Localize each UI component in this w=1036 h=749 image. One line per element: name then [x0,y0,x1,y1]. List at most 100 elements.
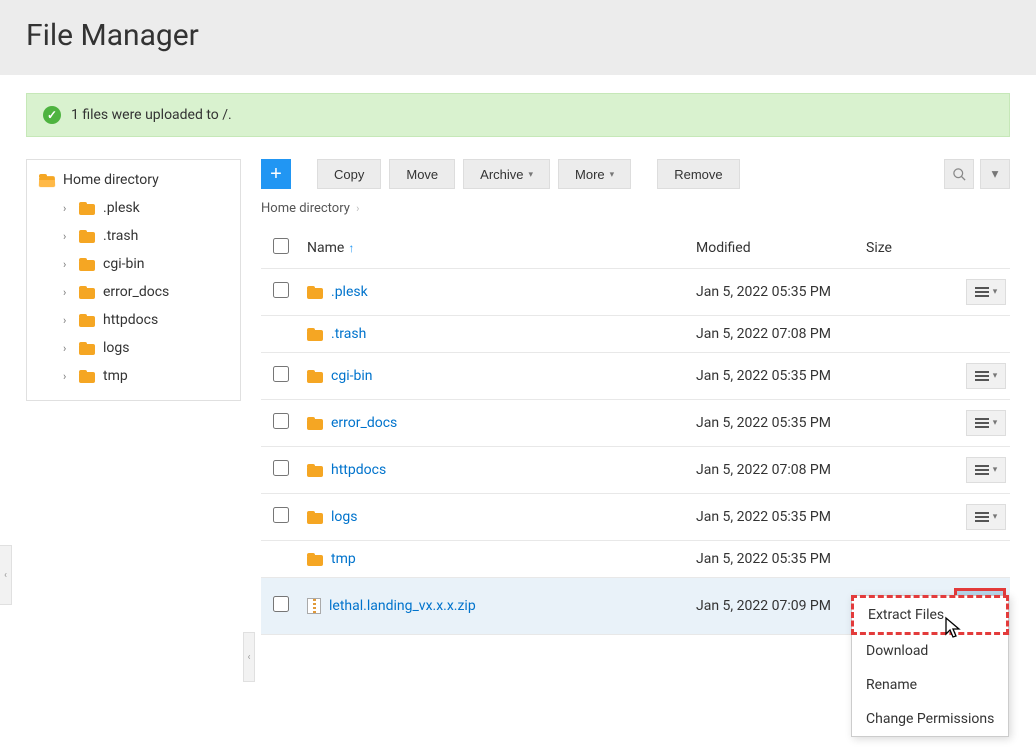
folder-icon [307,464,323,477]
table-row: .trashJan 5, 2022 07:08 PM [261,316,1010,353]
chevron-right-icon: › [63,258,73,271]
sidebar-item-httpdocs[interactable]: › httpdocs [27,306,240,334]
sidebar-item-trash[interactable]: ›.trash [27,222,240,250]
row-name-link[interactable]: lethal.landing_vx.x.x.zip [307,598,696,614]
move-button[interactable]: Move [389,159,455,189]
sidebar-item-logs[interactable]: › logs [27,334,240,362]
search-button[interactable] [944,159,974,189]
context-menu-item-extract-files[interactable]: Extract Files [851,595,1009,635]
panel-collapse-handle[interactable]: ‹ [243,632,255,682]
column-size[interactable]: Size [866,240,946,256]
hamburger-icon [975,510,989,524]
sidebar-item-tmp[interactable]: › tmp [27,362,240,390]
folder-icon [79,286,95,299]
row-name-label: .trash [331,326,366,342]
row-checkbox[interactable] [273,507,289,523]
settings-dropdown-button[interactable]: ▾ [980,159,1010,189]
table-row: logsJan 5, 2022 05:35 PM▾ [261,494,1010,541]
row-name-link[interactable]: .plesk [307,284,696,300]
folder-icon [79,258,95,271]
row-modified: Jan 5, 2022 07:08 PM [696,462,866,478]
main-panel: + Copy Move Archive▾ More▾ Remove ▾ Home… [261,159,1010,635]
row-modified: Jan 5, 2022 05:35 PM [696,415,866,431]
row-menu-button[interactable]: ▾ [966,504,1006,530]
chevron-right-icon: › [63,314,73,327]
row-menu-button[interactable]: ▾ [966,279,1006,305]
chevron-right-icon: › [63,286,73,299]
chevron-right-icon: › [63,370,73,383]
row-modified: Jan 5, 2022 05:35 PM [696,368,866,384]
row-context-menu: Extract FilesDownloadRenameChange Permis… [851,595,1009,737]
table-header: Name↑ Modified Size [261,228,1010,269]
row-name-label: httpdocs [331,462,386,478]
context-menu-item-download[interactable]: Download [852,634,1008,668]
sidebar-item-error_docs[interactable]: ›error_docs [27,278,240,306]
row-name-link[interactable]: cgi-bin [307,368,696,384]
row-name-link[interactable]: logs [307,509,696,525]
sidebar-item-label: cgi-bin [103,256,144,272]
folder-icon [79,342,95,355]
sidebar-item-plesk[interactable]: › .plesk [27,194,240,222]
row-name-label: cgi-bin [331,368,372,384]
row-name-link[interactable]: error_docs [307,415,696,431]
copy-button[interactable]: Copy [317,159,381,189]
folder-icon [79,370,95,383]
hamburger-icon [975,285,989,299]
page-title: File Manager [26,18,1010,53]
remove-button[interactable]: Remove [657,159,739,189]
hamburger-icon [975,369,989,383]
folder-icon [307,511,323,524]
chevron-right-icon: › [63,230,73,243]
folder-icon [79,230,95,243]
row-checkbox[interactable] [273,282,289,298]
folder-icon [79,314,95,327]
breadcrumb-root[interactable]: Home directory [261,201,350,216]
row-checkbox[interactable] [273,596,289,612]
row-checkbox[interactable] [273,413,289,429]
sidebar-item-label: tmp [103,368,128,384]
row-checkbox[interactable] [273,460,289,476]
chevron-right-icon: › [356,202,359,215]
check-icon: ✓ [43,106,61,124]
archive-icon [307,598,321,614]
add-button[interactable]: + [261,159,291,189]
row-menu-button[interactable]: ▾ [966,363,1006,389]
sidebar-item-label: httpdocs [103,312,158,328]
row-menu-button[interactable]: ▾ [966,410,1006,436]
chevron-down-icon: ▾ [993,371,998,381]
row-name-label: lethal.landing_vx.x.x.zip [329,598,476,614]
folder-open-icon [39,174,55,187]
row-name-label: error_docs [331,415,397,431]
breadcrumb: Home directory › [261,201,1010,216]
select-all-checkbox[interactable] [273,238,289,254]
row-name-label: logs [331,509,357,525]
hamburger-icon [975,416,989,430]
row-name-link[interactable]: httpdocs [307,462,696,478]
column-modified[interactable]: Modified [696,240,866,256]
folder-icon [307,286,323,299]
row-menu-button[interactable]: ▾ [966,457,1006,483]
more-button[interactable]: More▾ [558,159,631,189]
sidebar-item-label: logs [103,340,129,356]
chevron-down-icon: ▾ [993,287,998,297]
table-row: .pleskJan 5, 2022 05:35 PM▾ [261,269,1010,316]
sidebar-item-cgibin[interactable]: › cgi-bin [27,250,240,278]
row-name-link[interactable]: .trash [307,326,696,342]
chevron-right-icon: › [63,342,73,355]
chevron-right-icon: › [63,202,73,215]
row-checkbox[interactable] [273,366,289,382]
folder-icon [307,328,323,341]
context-menu-item-change-permissions[interactable]: Change Permissions [852,702,1008,736]
chevron-down-icon: ▾ [993,465,998,475]
table-row: tmpJan 5, 2022 05:35 PM [261,541,1010,578]
archive-button[interactable]: Archive▾ [463,159,550,189]
folder-icon [307,417,323,430]
tree-root-home[interactable]: Home directory [27,166,240,194]
row-name-link[interactable]: tmp [307,551,696,567]
context-menu-item-rename[interactable]: Rename [852,668,1008,702]
folder-icon [307,553,323,566]
sidebar-item-label: .plesk [103,200,140,216]
alert-message: 1 files were uploaded to /. [71,107,232,123]
sidebar-collapse-handle[interactable]: ‹ [0,545,12,605]
column-name[interactable]: Name↑ [307,240,696,256]
